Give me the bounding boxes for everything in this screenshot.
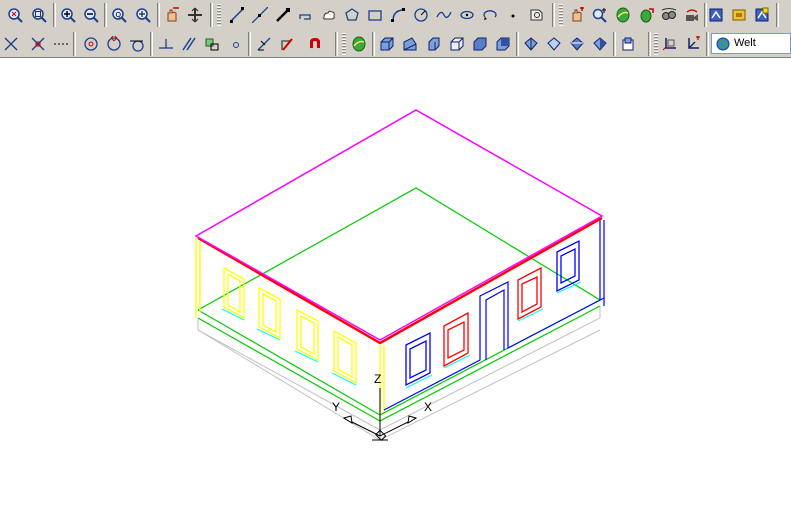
snap-tangent-icon[interactable] bbox=[126, 33, 148, 55]
revision-cloud-icon[interactable] bbox=[318, 4, 340, 26]
snap-parallel-icon[interactable] bbox=[178, 33, 200, 55]
right-wall bbox=[383, 218, 605, 411]
drawing-viewport[interactable]: Z Y X bbox=[0, 58, 791, 506]
zoom-in-icon[interactable] bbox=[57, 4, 79, 26]
match-properties-icon[interactable] bbox=[751, 4, 773, 26]
point-icon[interactable] bbox=[502, 4, 524, 26]
snap-intersection-icon[interactable] bbox=[27, 33, 49, 55]
3d-orbit-icon[interactable] bbox=[566, 4, 588, 26]
dish-icon[interactable] bbox=[520, 33, 542, 55]
properties-icon[interactable] bbox=[705, 4, 727, 26]
toolbar-row-standard: Q bbox=[0, 1, 791, 29]
snap-node-icon[interactable] bbox=[225, 33, 247, 55]
arc-icon[interactable] bbox=[387, 4, 409, 26]
render-sphere-icon[interactable] bbox=[348, 33, 370, 55]
ucs-z-label: Z bbox=[374, 372, 382, 386]
construction-line-icon[interactable] bbox=[249, 4, 271, 26]
pyramid-icon[interactable] bbox=[492, 33, 514, 55]
rotate-view-icon[interactable] bbox=[635, 4, 657, 26]
ucs-icon[interactable] bbox=[617, 33, 639, 55]
floor-outline bbox=[197, 187, 602, 422]
ellipse-arc-icon[interactable] bbox=[479, 4, 501, 26]
snap-settings-icon[interactable] bbox=[304, 33, 326, 55]
toolbar-area: Q Welt bbox=[0, 0, 791, 58]
model-canvas bbox=[194, 109, 605, 441]
snap-extension-icon[interactable] bbox=[50, 33, 72, 55]
zoom-all-icon[interactable] bbox=[28, 4, 50, 26]
torus-icon[interactable] bbox=[469, 33, 491, 55]
surface-icon[interactable] bbox=[589, 33, 611, 55]
polygon-icon[interactable] bbox=[341, 4, 363, 26]
cylinder-icon[interactable] bbox=[446, 33, 468, 55]
ucs-axis-icon bbox=[342, 388, 418, 441]
camera-icon[interactable] bbox=[658, 4, 680, 26]
polyline-icon[interactable] bbox=[272, 4, 294, 26]
cone-icon[interactable] bbox=[422, 33, 444, 55]
mesh-icon[interactable] bbox=[566, 33, 588, 55]
pan-realtime-icon[interactable] bbox=[161, 4, 183, 26]
dome-icon[interactable] bbox=[543, 33, 565, 55]
ucs-world-icon[interactable] bbox=[682, 33, 704, 55]
box-icon[interactable] bbox=[376, 33, 398, 55]
snap-perpendicular-icon[interactable] bbox=[155, 33, 177, 55]
base-slab bbox=[197, 306, 601, 441]
ucs-x-label: X bbox=[424, 400, 433, 414]
swivel-icon[interactable] bbox=[681, 4, 703, 26]
zoom-window-icon[interactable] bbox=[4, 4, 26, 26]
wedge-icon[interactable] bbox=[399, 33, 421, 55]
rectangle-icon[interactable] bbox=[364, 4, 386, 26]
zoom-previous-icon[interactable]: Q bbox=[108, 4, 130, 26]
3d-polyline-icon[interactable] bbox=[295, 4, 317, 26]
pan-point-icon[interactable] bbox=[184, 4, 206, 26]
ucs-select[interactable]: Welt bbox=[711, 33, 791, 54]
snap-insert-icon[interactable] bbox=[201, 33, 223, 55]
snap-endpoint-icon[interactable] bbox=[0, 33, 22, 55]
line-icon[interactable] bbox=[226, 4, 248, 26]
globe-icon bbox=[716, 37, 730, 51]
zoom-extents-icon[interactable] bbox=[132, 4, 154, 26]
snap-center-icon[interactable] bbox=[80, 33, 102, 55]
layer-icon[interactable] bbox=[728, 4, 750, 26]
ucs-select-value: Welt bbox=[734, 37, 756, 49]
toolbar-row-snaps-solids: Welt bbox=[0, 30, 791, 58]
zoom-out-icon[interactable] bbox=[80, 4, 102, 26]
region-icon[interactable] bbox=[525, 4, 547, 26]
ellipse-icon[interactable] bbox=[456, 4, 478, 26]
circle-icon[interactable] bbox=[410, 4, 432, 26]
snap-nearest-icon[interactable] bbox=[253, 33, 275, 55]
sphere-globe-icon[interactable] bbox=[612, 4, 634, 26]
ucs-origin-icon[interactable] bbox=[659, 33, 681, 55]
snap-none-icon[interactable] bbox=[276, 33, 298, 55]
svg-text:Q: Q bbox=[116, 11, 122, 19]
zoom-realtime-icon[interactable] bbox=[589, 4, 611, 26]
snap-quadrant-icon[interactable] bbox=[103, 33, 125, 55]
spline-icon[interactable] bbox=[433, 4, 455, 26]
ucs-y-label: Y bbox=[332, 400, 341, 414]
